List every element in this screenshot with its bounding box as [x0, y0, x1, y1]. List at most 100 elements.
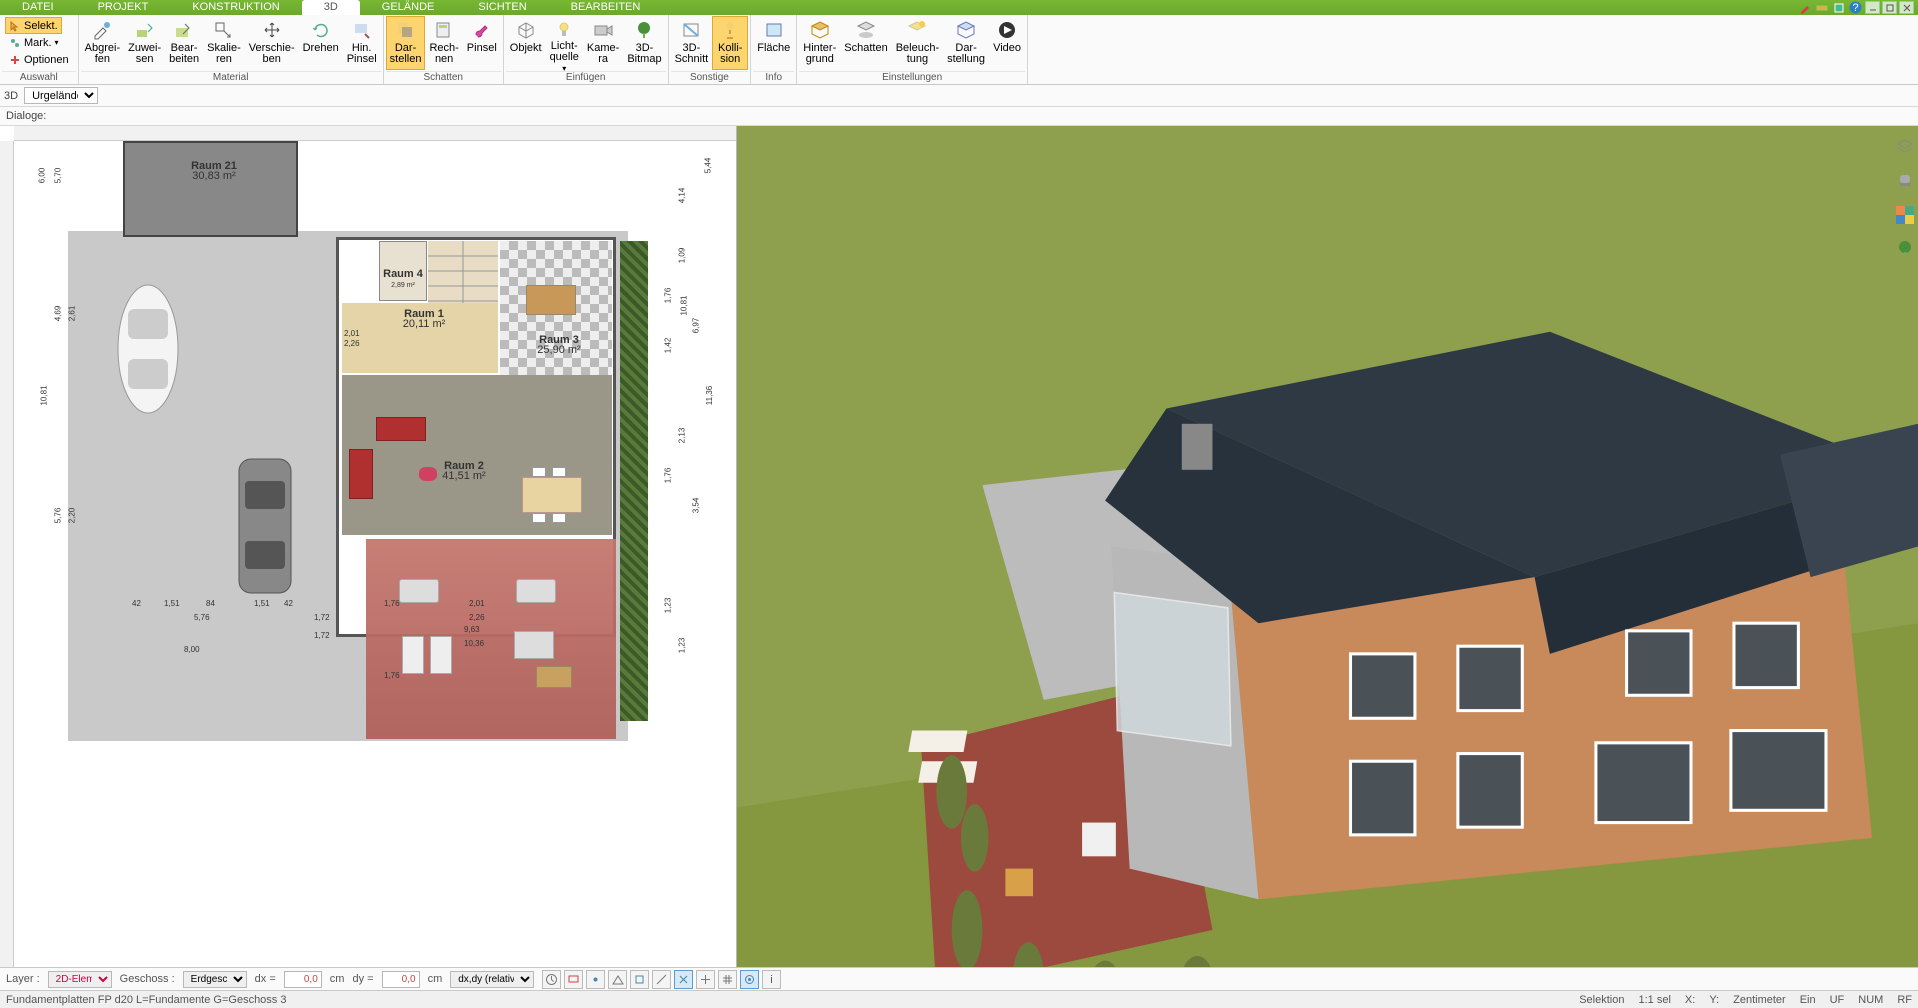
status-uf: UF	[1830, 994, 1845, 1006]
status-left: Fundamentplatten FP d20 L=Fundamente G=G…	[6, 994, 286, 1006]
status-num: NUM	[1858, 994, 1883, 1006]
hintergrund-button[interactable]: Hinter- grund	[799, 16, 840, 70]
unit-cm-1: cm	[330, 973, 345, 985]
brush2-icon	[468, 19, 496, 41]
snap-perp-icon[interactable]	[674, 970, 693, 989]
snap-int-icon[interactable]	[696, 970, 715, 989]
clock-icon[interactable]	[542, 970, 561, 989]
group-label-einfuegen: Einfügen	[506, 71, 666, 84]
sub-toolbar: 3D Urgelände	[0, 85, 1918, 107]
tree-tool-icon[interactable]	[1894, 238, 1916, 260]
render-3d	[737, 126, 1918, 967]
tab-projekt[interactable]: PROJEKT	[76, 0, 171, 15]
layer-select[interactable]: 2D-Elemen	[48, 971, 112, 988]
snap-icon-row: i	[542, 970, 781, 989]
status-x: X:	[1685, 994, 1695, 1006]
snap-near-icon[interactable]	[740, 970, 759, 989]
dialogs-bar: Dialoge:	[0, 107, 1918, 126]
status-ein: Ein	[1800, 994, 1816, 1006]
lighting-icon	[903, 19, 931, 41]
mark-button[interactable]: Mark.▾	[5, 34, 63, 51]
dx-input[interactable]	[284, 971, 322, 988]
terrain-select[interactable]: Urgelände	[24, 87, 98, 104]
snap-line-icon[interactable]	[652, 970, 671, 989]
ribbon-group-schatten: Dar- stellen Rech- nen Pinsel Schatten	[384, 15, 504, 84]
group-label-material: Material	[81, 71, 381, 84]
layers-icon[interactable]	[1894, 136, 1916, 158]
svg-text:i: i	[771, 974, 773, 986]
rechnen-button[interactable]: Rech- nen	[425, 16, 462, 70]
group-label-auswahl: Auswahl	[2, 71, 76, 84]
skalieren-button[interactable]: Skalie- ren	[203, 16, 245, 70]
bearbeiten-button[interactable]: Bear- beiten	[165, 16, 203, 70]
maximize-icon[interactable]	[1882, 1, 1897, 14]
workspace: Raum 2130,83 m² Raum 42,89 m² Raum 120,1…	[0, 126, 1918, 967]
beleuchtung-button[interactable]: Beleuch- tung	[892, 16, 943, 70]
kamera-button[interactable]: Kame- ra	[583, 16, 623, 70]
palette-icon[interactable]	[1894, 204, 1916, 226]
grid-icon[interactable]	[718, 970, 737, 989]
relmode-select[interactable]: dx,dy (relativ ka	[450, 971, 534, 988]
status-rf: RF	[1897, 994, 1912, 1006]
pinsel-button[interactable]: Pinsel	[463, 16, 501, 70]
group-label-sonstige: Sonstige	[671, 71, 749, 84]
status-scale: 1:1 sel	[1638, 994, 1670, 1006]
screen-icon[interactable]	[564, 970, 583, 989]
verschieben-button[interactable]: Verschie- ben	[245, 16, 299, 70]
geschoss-select[interactable]: Erdgeschos	[183, 971, 247, 988]
view-2d[interactable]: Raum 2130,83 m² Raum 42,89 m² Raum 120,1…	[0, 126, 737, 967]
collision-icon	[716, 19, 744, 41]
view3d-side-tools	[1892, 136, 1918, 260]
tab-datei[interactable]: DATEI	[0, 0, 76, 15]
view-3d[interactable]	[737, 126, 1918, 967]
darstellung-button[interactable]: Dar- stellung	[943, 16, 989, 70]
ruler-icon[interactable]	[1814, 1, 1829, 14]
tab-3d[interactable]: 3D	[302, 0, 360, 15]
snap-mid-icon[interactable]	[608, 970, 627, 989]
bottom-toolbar: Layer : 2D-Elemen Geschoss : Erdgeschos …	[0, 967, 1918, 990]
assign-icon	[131, 19, 159, 41]
3dbitmap-button[interactable]: 3D- Bitmap	[623, 16, 665, 70]
help-icon[interactable]: ?	[1848, 1, 1863, 14]
abgreifen-button[interactable]: Abgrei- fen	[81, 16, 124, 70]
hinpinsel-button[interactable]: Hin. Pinsel	[343, 16, 381, 70]
shadow2-icon	[852, 19, 880, 41]
layer-label: Layer :	[6, 973, 40, 985]
tab-gelaende[interactable]: GELÄNDE	[360, 0, 457, 15]
darstellen-button[interactable]: Dar- stellen	[386, 16, 426, 70]
snap-point-icon[interactable]	[586, 970, 605, 989]
window-controls: ?	[1797, 1, 1914, 14]
dy-input[interactable]	[382, 971, 420, 988]
zuweisen-button[interactable]: Zuwei- sen	[124, 16, 165, 70]
info-icon[interactable]: i	[762, 970, 781, 989]
ribbon-group-material: Abgrei- fen Zuwei- sen Bear- beiten Skal…	[79, 15, 384, 84]
tab-sichten[interactable]: SICHTEN	[456, 0, 548, 15]
tab-bearbeiten[interactable]: BEARBEITEN	[549, 0, 663, 15]
pen-icon[interactable]	[1797, 1, 1812, 14]
lichtquelle-button[interactable]: Licht- quelle▾	[546, 16, 583, 70]
brush-icon	[348, 19, 376, 41]
status-unit: Zentimeter	[1733, 994, 1786, 1006]
selekt-button[interactable]: Selekt.	[5, 17, 62, 34]
ebook-icon[interactable]	[1831, 1, 1846, 14]
kollision-button[interactable]: Kolli- sion	[712, 16, 748, 70]
drehen-button[interactable]: Drehen	[299, 16, 343, 70]
chair-icon[interactable]	[1894, 170, 1916, 192]
flaeche-button[interactable]: Fläche	[753, 16, 794, 70]
tab-konstruktion[interactable]: KONSTRUKTION	[170, 0, 301, 15]
objekt-button[interactable]: Objekt	[506, 16, 546, 70]
3dschnitt-button[interactable]: 3D- Schnitt	[671, 16, 713, 70]
car-white-icon	[110, 279, 186, 419]
edit-material-icon	[170, 19, 198, 41]
video-button[interactable]: Video	[989, 16, 1025, 70]
snap-end-icon[interactable]	[630, 970, 649, 989]
background-icon	[806, 19, 834, 41]
viewmode-label: 3D	[4, 90, 18, 102]
floorplan-canvas[interactable]: Raum 2130,83 m² Raum 42,89 m² Raum 120,1…	[14, 141, 736, 967]
ribbon-group-einfuegen: Objekt Licht- quelle▾ Kame- ra 3D- Bitma…	[504, 15, 669, 84]
schatten-settings-button[interactable]: Schatten	[840, 16, 891, 70]
optionen-button[interactable]: Optionen	[5, 51, 73, 68]
room-label-21: Raum 2130,83 m²	[169, 161, 259, 181]
minimize-icon[interactable]	[1865, 1, 1880, 14]
close-icon[interactable]	[1899, 1, 1914, 14]
